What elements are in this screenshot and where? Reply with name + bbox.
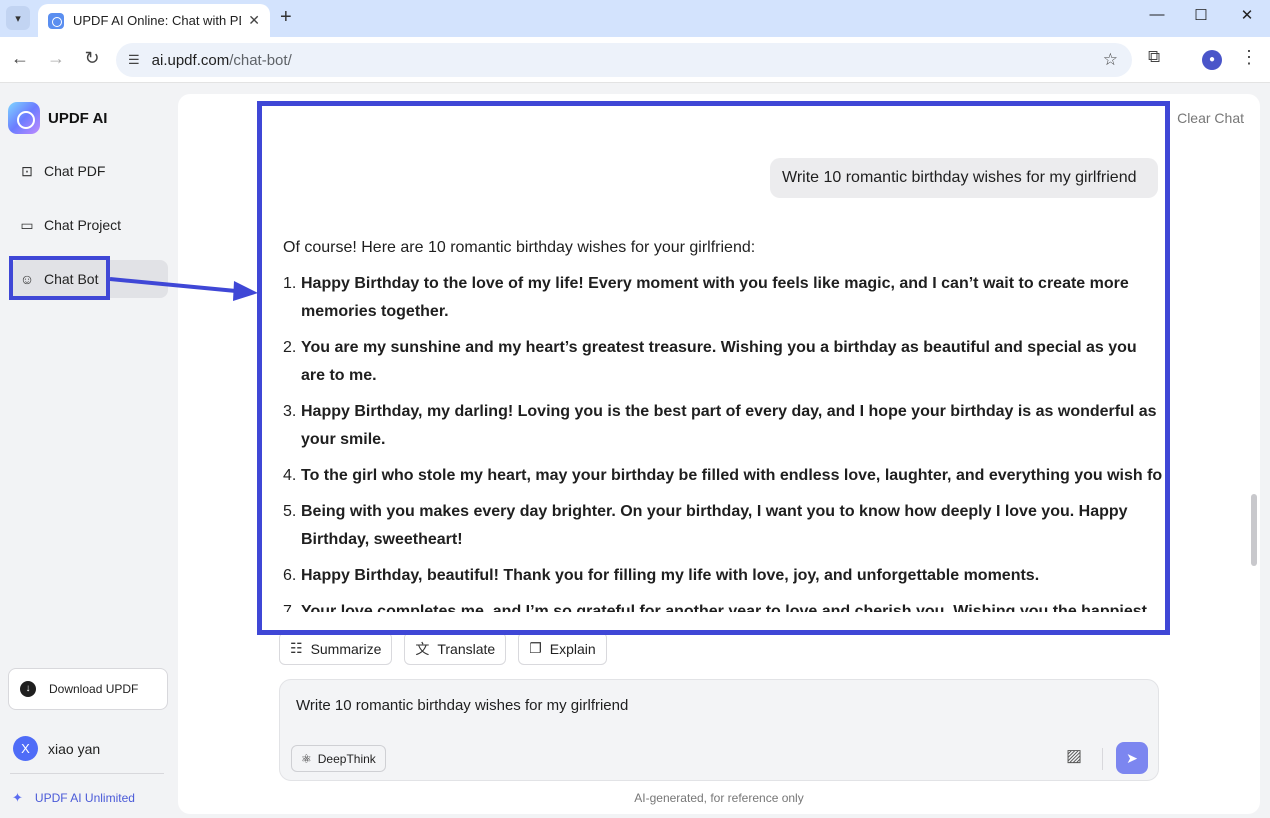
kebab-icon[interactable]: ⋮ bbox=[1240, 47, 1258, 68]
disclaimer: AI-generated, for reference only bbox=[634, 791, 804, 805]
plus-icon[interactable]: + bbox=[280, 6, 292, 29]
sidebar-divider bbox=[10, 773, 164, 774]
updf-logo-icon bbox=[8, 102, 40, 134]
annotation-highlight-chat-bot bbox=[9, 256, 110, 300]
window-close-icon[interactable]: ✕ bbox=[1232, 6, 1262, 24]
quick-actions: ☷ Summarize 文 Translate ❐ Explain bbox=[279, 632, 619, 665]
minimize-icon[interactable]: — bbox=[1142, 6, 1172, 23]
reload-icon[interactable]: ↻ bbox=[80, 48, 104, 69]
sidebar-item-label: Chat Project bbox=[44, 217, 122, 233]
explain-button[interactable]: ❐ Explain bbox=[518, 632, 607, 665]
message-input[interactable]: Write 10 romantic birthday wishes for my… bbox=[296, 697, 628, 714]
book-icon: ⊡ bbox=[21, 162, 33, 179]
send-button[interactable]: ➤ bbox=[1116, 742, 1148, 774]
folder-icon: ▭ bbox=[20, 216, 34, 233]
download-icon: ↓ bbox=[20, 681, 36, 697]
sidebar: UPDF AI ⊡ Chat PDF ▭ Chat Project ☺ Chat… bbox=[0, 84, 178, 818]
upgrade-label: UPDF AI Unlimited bbox=[34, 791, 135, 805]
deepthink-toggle[interactable]: ⚛ DeepThink bbox=[291, 745, 386, 772]
avatar: X bbox=[13, 736, 38, 761]
summarize-button[interactable]: ☷ Summarize bbox=[279, 632, 393, 665]
download-label: Download UPDF bbox=[49, 682, 139, 696]
translate-icon: 文 bbox=[415, 640, 430, 657]
summarize-icon: ☷ bbox=[290, 640, 303, 656]
clear-chat-button[interactable]: Clear Chat bbox=[1177, 110, 1244, 126]
sidebar-item-chat-pdf[interactable]: ⊡ Chat PDF bbox=[10, 152, 168, 190]
brand-name: UPDF AI bbox=[48, 109, 108, 127]
translate-button[interactable]: 文 Translate bbox=[404, 632, 507, 665]
user-profile[interactable]: X xiao yan bbox=[13, 736, 100, 761]
arrow-right-icon[interactable]: → bbox=[44, 48, 68, 69]
browser-tab[interactable]: UPDF AI Online: Chat with PDF ✕ bbox=[38, 4, 270, 37]
explain-icon: ❐ bbox=[529, 640, 542, 656]
scrollbar[interactable] bbox=[1251, 494, 1257, 566]
annotation-highlight-box bbox=[257, 101, 1170, 635]
profile-avatar[interactable]: ● bbox=[1202, 50, 1222, 70]
browser-toolbar: ← → ↻ ☰ ai.updf.com/chat-bot/ ☆ ⧉ ● ⋮ bbox=[0, 37, 1270, 83]
star-icon[interactable]: ☆ bbox=[1103, 50, 1118, 70]
chevron-down-icon[interactable]: ▾ bbox=[6, 6, 30, 30]
arrow-left-icon[interactable]: ← bbox=[8, 48, 32, 69]
close-icon[interactable]: ✕ bbox=[248, 12, 260, 29]
browser-tab-bar: ▾ UPDF AI Online: Chat with PDF ✕ + — ☐ … bbox=[0, 0, 1270, 37]
atom-icon: ⚛ bbox=[301, 751, 312, 766]
maximize-icon[interactable]: ☐ bbox=[1186, 6, 1216, 24]
tune-icon[interactable]: ☰ bbox=[128, 52, 140, 68]
sidebar-item-label: Chat PDF bbox=[44, 163, 106, 179]
puzzle-icon[interactable]: ⧉ bbox=[1148, 47, 1160, 67]
upgrade-link[interactable]: ✦ UPDF AI Unlimited bbox=[12, 790, 135, 806]
composer-divider bbox=[1102, 748, 1103, 770]
download-updf-button[interactable]: ↓ Download UPDF bbox=[8, 668, 168, 710]
address-bar[interactable]: ☰ ai.updf.com/chat-bot/ ☆ bbox=[116, 43, 1132, 77]
username: xiao yan bbox=[48, 740, 101, 757]
sparkle-icon: ✦ bbox=[12, 790, 23, 805]
tab-title: UPDF AI Online: Chat with PDF bbox=[73, 13, 241, 28]
updf-favicon-icon bbox=[48, 12, 64, 29]
image-upload-icon[interactable]: ▨ bbox=[1066, 746, 1082, 766]
message-composer[interactable]: Write 10 romantic birthday wishes for my… bbox=[279, 679, 1159, 781]
sidebar-item-chat-project[interactable]: ▭ Chat Project bbox=[10, 206, 168, 244]
brand[interactable]: UPDF AI bbox=[8, 102, 107, 134]
url-text: ai.updf.com/chat-bot/ bbox=[151, 51, 292, 69]
